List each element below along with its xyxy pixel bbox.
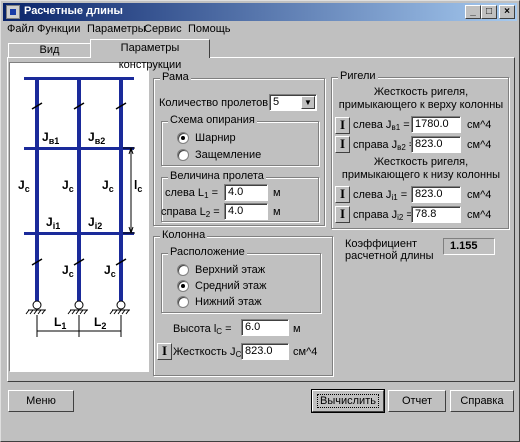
beam-top-right-button[interactable]: I <box>335 136 350 153</box>
coefficient-label-line1: Коэффициент <box>345 238 418 250</box>
support-hinge-radio[interactable] <box>177 132 189 144</box>
span-right-input[interactable]: 4.0 <box>224 203 268 220</box>
compute-button[interactable]: Вычислить <box>311 389 385 413</box>
support-hinge <box>32 300 42 310</box>
location-middle-radio[interactable] <box>177 280 189 292</box>
span-right-label: справа L2 = <box>161 206 220 219</box>
beam-bottom-right-label: справа Ji2 = <box>353 209 413 222</box>
beam-line <box>24 147 134 150</box>
menu-functions[interactable]: Функции <box>37 23 80 35</box>
column-stiffness-unit: см^4 <box>293 346 318 358</box>
frame-diagram: Jв1 Jв2 Jc Jc Jc lc Ji1 Ji2 Jc Jc L1 L2 <box>18 77 142 337</box>
tab-construction-parameters[interactable]: Параметры конструкции <box>90 39 210 71</box>
location-top-label: Верхний этаж <box>195 264 266 276</box>
label-j-i2: Ji2 <box>88 215 102 231</box>
location-middle-label: Средний этаж <box>195 280 267 292</box>
location-bottom-label: Нижний этаж <box>195 296 262 308</box>
label-lc: lc <box>134 178 142 194</box>
beam-bottom-right-input[interactable]: 78.8 <box>411 206 461 223</box>
beams-top-caption: Жесткость ригеля, примыкающего к верху к… <box>338 86 504 111</box>
column-stiffness-button[interactable]: I <box>157 343 172 360</box>
beam-bottom-left-unit: см^4 <box>467 189 492 201</box>
title-bar: Расчетные длины _ □ × <box>3 3 517 21</box>
location-group-title: Расположение <box>168 246 247 258</box>
maximize-button[interactable]: □ <box>481 5 497 19</box>
close-button[interactable]: × <box>499 5 515 19</box>
column-height-input[interactable]: 6.0 <box>241 319 289 336</box>
beam-line <box>24 232 134 235</box>
label-jc-left: Jc <box>18 178 30 194</box>
support-hinge-label: Шарнир <box>195 132 236 144</box>
menu-button[interactable]: Меню <box>8 390 74 412</box>
beam-bottom-left-input[interactable]: 823.0 <box>411 186 461 203</box>
support-fixed-radio[interactable] <box>177 149 189 161</box>
support-hinge <box>116 300 126 310</box>
label-l1: L1 <box>54 315 66 331</box>
beam-line <box>24 77 134 80</box>
minimize-button[interactable]: _ <box>465 5 481 19</box>
frame-schematic: Jв1 Jв2 Jc Jc Jc lc Ji1 Ji2 Jc Jc L1 L2 <box>9 62 149 372</box>
label-jc-right: Jc <box>102 178 114 194</box>
column-height-unit: м <box>293 323 301 335</box>
app-icon <box>6 5 20 19</box>
label-jc-lower-right: Jc <box>104 263 116 279</box>
dimension-extension <box>36 315 122 337</box>
support-hatch <box>67 309 88 315</box>
chevron-down-icon[interactable]: ▼ <box>301 96 315 109</box>
beam-bottom-right-button[interactable]: I <box>335 206 350 223</box>
support-hatch <box>109 309 130 315</box>
coefficient-label-line2: расчетной длины <box>345 250 434 262</box>
beams-group-title: Ригели <box>338 70 378 82</box>
beam-top-left-input[interactable]: 1780.0 <box>411 116 461 133</box>
span-right-unit: м <box>273 206 281 218</box>
span-left-unit: м <box>273 187 281 199</box>
menu-file[interactable]: Файл <box>7 23 34 35</box>
support-hatch <box>25 309 46 315</box>
column-stiffness-label: Жесткость JC = <box>173 346 251 359</box>
spans-count-value: 5 <box>273 96 280 108</box>
span-left-label: слева L1 = <box>165 187 218 200</box>
beams-bottom-caption: Жесткость ригеля, примыкающего к низу ко… <box>341 156 501 181</box>
column-line <box>119 77 123 301</box>
report-button[interactable]: Отчет <box>388 390 446 412</box>
label-jc-middle: Jc <box>62 178 74 194</box>
column-line <box>35 77 39 301</box>
beam-bottom-right-unit: см^4 <box>467 209 492 221</box>
window-title: Расчетные длины <box>24 5 123 17</box>
spans-count-label: Количество пролетов k = <box>159 97 287 109</box>
beam-bottom-left-button[interactable]: I <box>335 186 350 203</box>
label-j-i1: Ji1 <box>46 215 60 231</box>
support-scheme-title: Схема опирания <box>168 114 257 126</box>
app-window: Расчетные длины _ □ × Файл Функции Парам… <box>0 0 520 442</box>
label-j-b2: Jв2 <box>88 130 105 146</box>
menu-bar: Файл Функции Параметры Сервис Помощь <box>3 21 517 39</box>
label-jc-lower-middle: Jc <box>62 263 74 279</box>
beam-top-right-label: справа Jв2 = <box>353 139 415 152</box>
label-l2: L2 <box>94 315 106 331</box>
tab-construction-view[interactable]: Вид конструкции <box>8 43 91 69</box>
beam-top-left-label: слева Jв1 = <box>353 119 410 132</box>
location-top-radio[interactable] <box>177 264 189 276</box>
beam-top-right-unit: см^4 <box>467 139 492 151</box>
label-j-b1: Jв1 <box>42 130 59 146</box>
menu-help[interactable]: Помощь <box>188 23 231 35</box>
column-stiffness-input[interactable]: 823.0 <box>241 343 289 360</box>
menu-parameters[interactable]: Параметры <box>87 23 146 35</box>
column-line <box>77 77 81 301</box>
beam-bottom-left-label: слева Ji1 = <box>353 189 408 202</box>
column-height-label: Высота lC = <box>173 323 232 336</box>
span-size-title: Величина пролета <box>168 170 266 182</box>
coefficient-value: 1.155 <box>443 238 495 255</box>
span-left-input[interactable]: 4.0 <box>224 184 268 201</box>
beam-top-left-unit: см^4 <box>467 119 492 131</box>
column-group-title: Колонна <box>160 229 208 241</box>
menu-service[interactable]: Сервис <box>144 23 182 35</box>
support-hinge <box>74 300 84 310</box>
spans-count-select[interactable]: 5 ▼ <box>269 94 317 111</box>
beam-top-right-input[interactable]: 823.0 <box>411 136 461 153</box>
location-bottom-radio[interactable] <box>177 296 189 308</box>
support-fixed-label: Защемление <box>195 149 262 161</box>
help-button[interactable]: Справка <box>450 390 514 412</box>
beam-top-left-button[interactable]: I <box>335 117 350 134</box>
